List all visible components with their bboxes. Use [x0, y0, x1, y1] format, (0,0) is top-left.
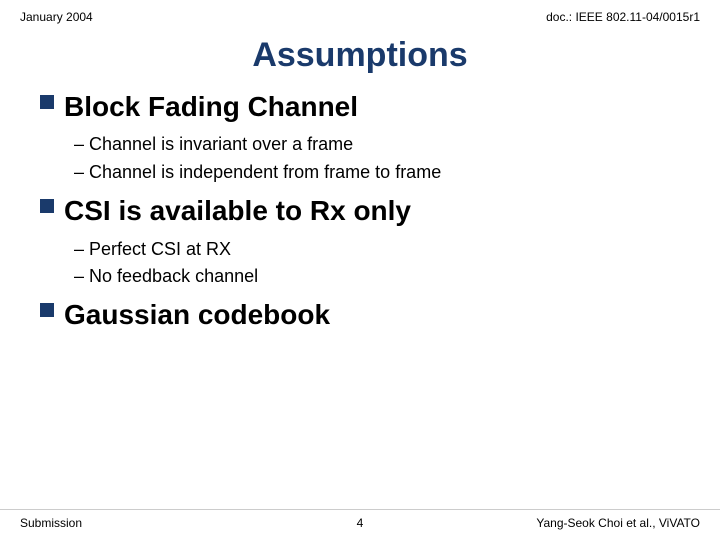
sub-bullet-1-1: Channel is invariant over a frame [74, 131, 680, 159]
bullet-3: Gaussian codebook [40, 297, 680, 333]
header-left: January 2004 [20, 10, 93, 24]
bullet-2-label: CSI is available to Rx only [64, 193, 411, 229]
bullet-2: CSI is available to Rx only [40, 193, 680, 229]
footer-center: 4 [357, 516, 364, 530]
slide: January 2004 doc.: IEEE 802.11-04/0015r1… [0, 0, 720, 540]
bullet-1: Block Fading Channel [40, 89, 680, 125]
header-right: doc.: IEEE 802.11-04/0015r1 [546, 10, 700, 24]
title-section: Assumptions [0, 28, 720, 85]
footer-right: Yang-Seok Choi et al., ViVATO [536, 516, 700, 530]
bullet-square-1 [40, 95, 54, 109]
bullet-1-label: Block Fading Channel [64, 89, 358, 125]
slide-header: January 2004 doc.: IEEE 802.11-04/0015r1 [0, 0, 720, 28]
content-area: Block Fading Channel Channel is invarian… [0, 89, 720, 334]
bullet-square-3 [40, 303, 54, 317]
sub-bullets-1: Channel is invariant over a frame Channe… [40, 131, 680, 187]
sub-bullet-2-2: No feedback channel [74, 263, 680, 291]
sub-bullet-2-1: Perfect CSI at RX [74, 236, 680, 264]
sub-bullets-2: Perfect CSI at RX No feedback channel [40, 236, 680, 292]
slide-title: Assumptions [252, 36, 467, 74]
sub-bullet-1-2: Channel is independent from frame to fra… [74, 159, 680, 187]
footer-left: Submission [20, 516, 82, 530]
bullet-3-label: Gaussian codebook [64, 297, 330, 333]
bullet-square-2 [40, 199, 54, 213]
